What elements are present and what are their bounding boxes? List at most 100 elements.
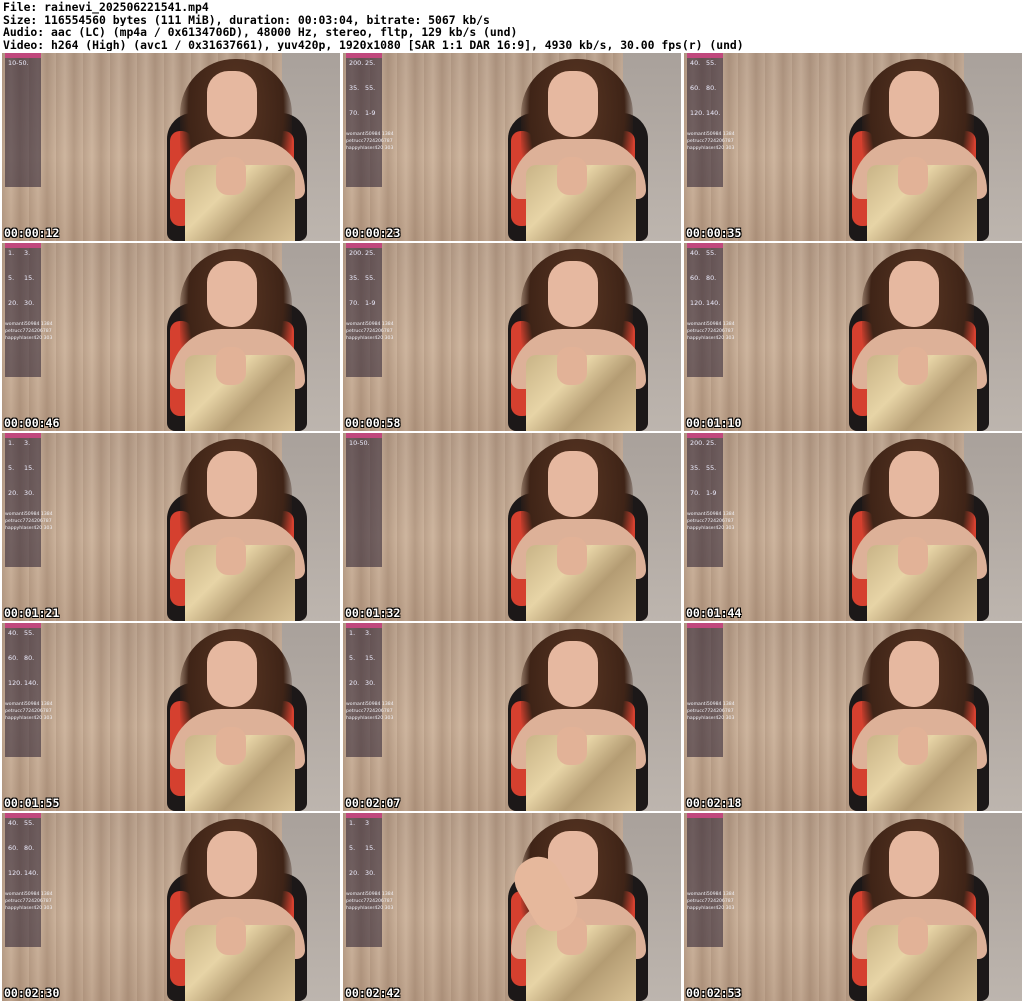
tipper-feed-line: happyhlaser420 303 [346,146,394,151]
tip-amount: 3. [24,249,31,257]
tip-amount: 1-9 [365,109,376,117]
tip-menu-overlay: 200. 25. 35. 55. 70. 1-9 [346,243,382,377]
video-thumbnail[interactable]: 1. 3. 5. 15. 20. 30. womanti50984 1384 petrucc7… [343,623,681,811]
tipper-feed: womanti50984 1384 petrucc7724206787 happyh… [346,701,406,723]
person-face [889,71,939,137]
tip-amount: 20. [8,299,19,307]
person-face [548,451,598,517]
tipper-feed-line: petrucc7724206787 [346,329,393,334]
tipper-feed-line: petrucc7724206787 [5,329,52,334]
tip-menu-header-bar [346,243,382,248]
video-thumbnail[interactable]: 10-50. 00:00:12 [2,53,340,241]
tipper-feed-line: womanti50984 1384 [5,702,53,707]
tip-menu-overlay: 200. 25. 35. 55. 70. 1-9 [346,53,382,187]
person-face [889,831,939,897]
tip-amount: 80. [706,274,717,282]
tip-amount: 10-50. [349,439,370,447]
person-face [207,261,257,327]
tip-amount: 3 [365,819,370,827]
video-thumbnail[interactable]: 40. 55. 60. 80. 120. 140. womanti50984 1384 pet… [2,623,340,811]
video-info-line: Video: h264 (High) (avc1 / 0x31637661), … [3,38,744,52]
tip-menu-header-bar [346,433,382,438]
video-thumbnail[interactable]: 200. 25. 35. 55. 70. 1-9 womanti50984 1384 petr… [343,243,681,431]
tip-amount: 200. [349,59,364,67]
video-thumbnail[interactable]: 200. 25. 35. 55. 70. 1-9 womanti50984 1384 petr… [684,433,1022,621]
tip-amount: 20. [349,679,360,687]
tip-amount: 55. [24,819,35,827]
tip-amount: 140. [706,299,721,307]
thumbnail-timestamp: 00:02:30 [4,986,60,1000]
tipper-feed-line: womanti50984 1384 [687,132,735,137]
tipper-feed-line: happyhlaser420 303 [346,716,394,721]
tipper-feed: womanti50984 1384 petrucc7724206787 happyh… [5,891,65,913]
thumbnail-timestamp: 00:01:10 [686,416,742,430]
video-thumbnail[interactable]: womanti50984 1384 petrucc7724206787 happyh… [684,813,1022,1001]
person-face [548,641,598,707]
tipper-feed: womanti50984 1384 petrucc7724206787 happyh… [5,321,65,343]
video-thumbnail[interactable]: 1. 3. 5. 15. 20. 30. womanti50984 1384 petrucc7… [2,433,340,621]
tip-amount: 70. [349,109,360,117]
video-thumbnail[interactable]: 40. 55. 60. 80. 120. 140. womanti50984 1384 pet… [684,243,1022,431]
person-hand [898,727,928,765]
person-face [889,451,939,517]
tipper-feed-line: happyhlaser420 303 [5,906,53,911]
tip-amount: 60. [690,84,701,92]
tip-amount: 60. [690,274,701,282]
tip-amount: 35. [690,464,701,472]
tip-amount: 55. [24,629,35,637]
tipper-feed-line: womanti50984 1384 [687,322,735,327]
tip-menu-header-bar [5,623,41,628]
video-thumbnail[interactable]: 10-50. 00:01:32 [343,433,681,621]
tipper-feed-line: happyhlaser420 303 [346,906,394,911]
tipper-feed-line: womanti50984 1384 [687,702,735,707]
tip-menu-overlay: 1. 3. 5. 15. 20. 30. [5,243,41,377]
tip-amount: 1. [8,249,15,257]
tipper-feed-line: womanti50984 1384 [346,132,394,137]
tip-menu-header-bar [687,623,723,628]
tip-amount: 55. [706,464,717,472]
tip-amount: 60. [8,844,19,852]
tipper-feed: womanti50984 1384 petrucc7724206787 happyh… [346,321,406,343]
tipper-feed-line: womanti50984 1384 [346,322,394,327]
tipper-feed-line: petrucc7724206787 [687,519,734,524]
tipper-feed-line: happyhlaser420 303 [5,716,53,721]
person-face [548,261,598,327]
tipper-feed-line: petrucc7724206787 [5,709,52,714]
tip-amount: 30. [24,299,35,307]
tipper-feed-line: petrucc7724206787 [687,899,734,904]
video-thumbnail[interactable]: 1. 3 5. 15. 20. 30. womanti50984 1384 petrucc77… [343,813,681,1001]
person-hand [557,157,587,195]
tip-amount: 40. [8,629,19,637]
video-thumbnail[interactable]: womanti50984 1384 petrucc7724206787 happyh… [684,623,1022,811]
tip-amount: 80. [706,84,717,92]
tip-menu-overlay: 200. 25. 35. 55. 70. 1-9 [687,433,723,567]
thumbnail-timestamp: 00:02:18 [686,796,742,810]
tipper-feed-line: happyhlaser420 303 [5,526,53,531]
tip-menu-header-bar [5,433,41,438]
thumbnail-timestamp: 00:00:35 [686,226,742,240]
tipper-feed-line: womanti50984 1384 [346,892,394,897]
video-thumbnail[interactable]: 40. 55. 60. 80. 120. 140. womanti50984 1384 pet… [2,813,340,1001]
video-thumbnail[interactable]: 1. 3. 5. 15. 20. 30. womanti50984 1384 petrucc7… [2,243,340,431]
tip-amount: 55. [365,84,376,92]
tipper-feed-line: womanti50984 1384 [5,322,53,327]
person-hand [216,917,246,955]
tip-amount: 15. [365,654,376,662]
tipper-feed-line: happyhlaser420 303 [687,336,735,341]
tip-menu-overlay: 1. 3. 5. 15. 20. 30. [346,623,382,757]
person-hand [898,347,928,385]
thumbnail-timestamp: 00:01:55 [4,796,60,810]
tip-amount: 40. [690,59,701,67]
tip-amount: 200. [349,249,364,257]
tip-amount: 3. [24,439,31,447]
tip-menu-overlay: 40. 55. 60. 80. 120. 140. [5,623,41,757]
video-thumbnail[interactable]: 40. 55. 60. 80. 120. 140. womanti50984 1384 pet… [684,53,1022,241]
tip-menu-overlay [687,813,723,947]
tip-menu-overlay [687,623,723,757]
tip-amount: 120. [8,679,23,687]
tip-menu-overlay: 1. 3 5. 15. 20. 30. [346,813,382,947]
tip-amount: 120. [690,109,705,117]
tip-amount: 25. [706,439,717,447]
thumbnail-timestamp: 00:01:44 [686,606,742,620]
video-thumbnail[interactable]: 200. 25. 35. 55. 70. 1-9 womanti50984 1384 petr… [343,53,681,241]
